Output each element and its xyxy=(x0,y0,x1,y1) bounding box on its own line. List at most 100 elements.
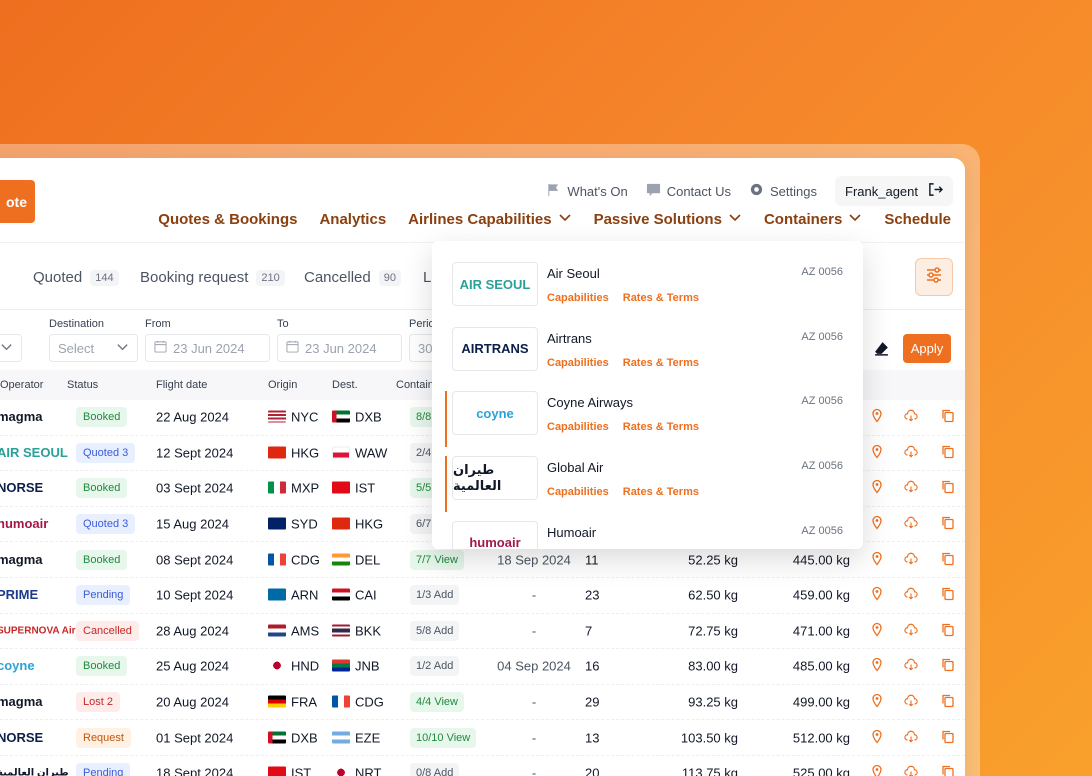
copy-icon[interactable] xyxy=(941,622,955,639)
status-badge[interactable]: Booked xyxy=(76,549,128,570)
copy-icon[interactable] xyxy=(941,480,955,497)
copy-icon[interactable] xyxy=(941,729,955,746)
nav-analytics[interactable]: Analytics xyxy=(319,210,386,228)
rates-terms-link[interactable]: Rates & Terms xyxy=(623,421,699,433)
tab-booking-request[interactable]: Booking request 210 xyxy=(140,269,285,286)
copy-icon[interactable] xyxy=(941,551,955,568)
status-badge[interactable]: Quoted 3 xyxy=(76,514,136,535)
cloud-download-icon[interactable] xyxy=(904,729,918,746)
rates-terms-link[interactable]: Rates & Terms xyxy=(623,357,699,369)
copy-icon[interactable] xyxy=(941,694,955,711)
cloud-download-icon[interactable] xyxy=(904,444,918,461)
table-row[interactable]: PRIME Pending 10 Sept 2024 ARN CAI 1/3 A… xyxy=(0,578,965,614)
pin-icon[interactable] xyxy=(870,765,884,776)
gear-icon xyxy=(749,182,764,200)
filter-toggle-button[interactable] xyxy=(915,258,953,296)
contact-us-link[interactable]: Contact Us xyxy=(646,182,731,200)
tab-quoted[interactable]: Quoted 144 xyxy=(33,269,119,286)
cloud-download-icon[interactable] xyxy=(904,516,918,533)
pin-icon[interactable] xyxy=(870,551,884,568)
cloud-download-icon[interactable] xyxy=(904,765,918,776)
table-row[interactable]: NORSE Request 01 Sept 2024 DXB EZE 10/10… xyxy=(0,720,965,756)
pin-icon[interactable] xyxy=(870,658,884,675)
status-badge[interactable]: Lost 2 xyxy=(76,692,120,713)
airline-item[interactable]: humoair Humoair AZ 0056 xyxy=(452,520,843,549)
col-origin[interactable]: Origin xyxy=(268,379,297,391)
pin-icon[interactable] xyxy=(870,622,884,639)
nav-airlines-capabilities[interactable]: Airlines Capabilities xyxy=(408,210,571,228)
pin-icon[interactable] xyxy=(870,587,884,604)
nav-quotes-bookings[interactable]: Quotes & Bookings xyxy=(158,210,297,228)
table-row[interactable]: coyne Booked 25 Aug 2024 HND JNB 1/2 Add… xyxy=(0,649,965,685)
nav-containers[interactable]: Containers xyxy=(764,210,862,228)
status-badge[interactable]: Booked xyxy=(76,656,128,677)
copy-icon[interactable] xyxy=(941,765,955,776)
new-quote-button[interactable]: ote xyxy=(0,180,35,223)
containers-badge[interactable]: 1/2 Add xyxy=(410,656,460,677)
pin-icon[interactable] xyxy=(870,480,884,497)
containers-badge[interactable]: 0/8 Add xyxy=(410,763,460,776)
pin-icon[interactable] xyxy=(870,515,884,533)
capabilities-link[interactable]: Capabilities xyxy=(547,486,609,498)
cloud-download-icon[interactable] xyxy=(904,551,918,568)
table-row[interactable]: SUPERNOVA Airlines Cancelled 28 Aug 2024… xyxy=(0,613,965,650)
table-row[interactable]: magma Lost 2 20 Aug 2024 FRA CDG 4/4 Vie… xyxy=(0,684,965,721)
copy-icon[interactable] xyxy=(941,444,955,461)
table-row[interactable]: طيران العالمية Pending 18 Sept 2024 IST … xyxy=(0,755,965,776)
copy-icon[interactable] xyxy=(941,516,955,533)
containers-badge[interactable]: 10/10 View xyxy=(410,727,477,748)
capabilities-link[interactable]: Capabilities xyxy=(547,421,609,433)
tab-cancelled[interactable]: Cancelled 90 xyxy=(304,269,401,286)
cloud-download-icon[interactable] xyxy=(904,622,918,639)
cloud-download-icon[interactable] xyxy=(904,409,918,426)
containers-badge[interactable]: 4/4 View xyxy=(410,692,464,713)
col-flight-date[interactable]: Flight date xyxy=(156,379,207,391)
col-status[interactable]: Status xyxy=(67,379,98,391)
rates-terms-link[interactable]: Rates & Terms xyxy=(623,292,699,304)
airline-item[interactable]: AIR SEOUL Air Seoul AZ 0056 Capabilities… xyxy=(452,262,843,318)
cloud-download-icon[interactable] xyxy=(904,658,918,675)
containers-badge[interactable]: 1/3 Add xyxy=(410,585,460,606)
copy-icon[interactable] xyxy=(941,409,955,426)
col-dest[interactable]: Dest. xyxy=(332,379,358,391)
pin-icon[interactable] xyxy=(870,444,884,461)
status-badge[interactable]: Pending xyxy=(76,763,131,776)
status-badge[interactable]: Booked xyxy=(76,407,128,428)
to-date-input[interactable]: 23 Jun 2024 xyxy=(277,334,402,362)
destination-select[interactable]: Select xyxy=(49,334,138,362)
from-date-input[interactable]: 23 Jun 2024 xyxy=(145,334,270,362)
pin-icon[interactable] xyxy=(870,729,884,746)
whats-on-link[interactable]: What's On xyxy=(546,182,628,200)
status-badge[interactable]: Request xyxy=(76,727,131,748)
apply-button[interactable]: Apply xyxy=(903,334,951,363)
col-containers[interactable]: Contain xyxy=(396,379,434,391)
containers-badge[interactable]: 7/7 View xyxy=(410,549,464,570)
cloud-download-icon[interactable] xyxy=(904,694,918,711)
status-badge[interactable]: Quoted 3 xyxy=(76,442,136,463)
nav-schedule[interactable]: Schedule xyxy=(884,210,951,228)
settings-link[interactable]: Settings xyxy=(749,182,817,200)
status-badge[interactable]: Cancelled xyxy=(76,620,139,641)
status-badge[interactable]: Booked xyxy=(76,478,128,499)
status-badge[interactable]: Pending xyxy=(76,585,131,606)
copy-icon[interactable] xyxy=(941,587,955,604)
airline-item[interactable]: coyne Coyne Airways AZ 0056 Capabilities… xyxy=(445,391,843,448)
operator-select[interactable] xyxy=(0,334,22,362)
pin-icon[interactable] xyxy=(870,693,884,711)
col-operator[interactable]: Operator xyxy=(0,379,43,391)
eraser-icon[interactable] xyxy=(873,340,890,357)
cloud-download-icon[interactable] xyxy=(904,587,918,604)
flight-date: 25 Aug 2024 xyxy=(156,658,230,674)
logout-icon[interactable] xyxy=(928,182,944,200)
pin-icon[interactable] xyxy=(870,409,884,426)
capabilities-link[interactable]: Capabilities xyxy=(547,357,609,369)
copy-icon[interactable] xyxy=(941,658,955,675)
nav-passive-solutions[interactable]: Passive Solutions xyxy=(594,210,742,228)
containers-badge[interactable]: 5/8 Add xyxy=(410,620,460,641)
airline-item[interactable]: AIRTRANS Airtrans AZ 0056 Capabilities R… xyxy=(452,326,843,383)
rates-terms-link[interactable]: Rates & Terms xyxy=(623,486,699,498)
airline-item[interactable]: طيران العالمية Global Air AZ 0056 Capabi… xyxy=(445,456,843,513)
user-menu[interactable]: Frank_agent xyxy=(835,176,953,206)
cloud-download-icon[interactable] xyxy=(904,480,918,497)
capabilities-link[interactable]: Capabilities xyxy=(547,292,609,304)
